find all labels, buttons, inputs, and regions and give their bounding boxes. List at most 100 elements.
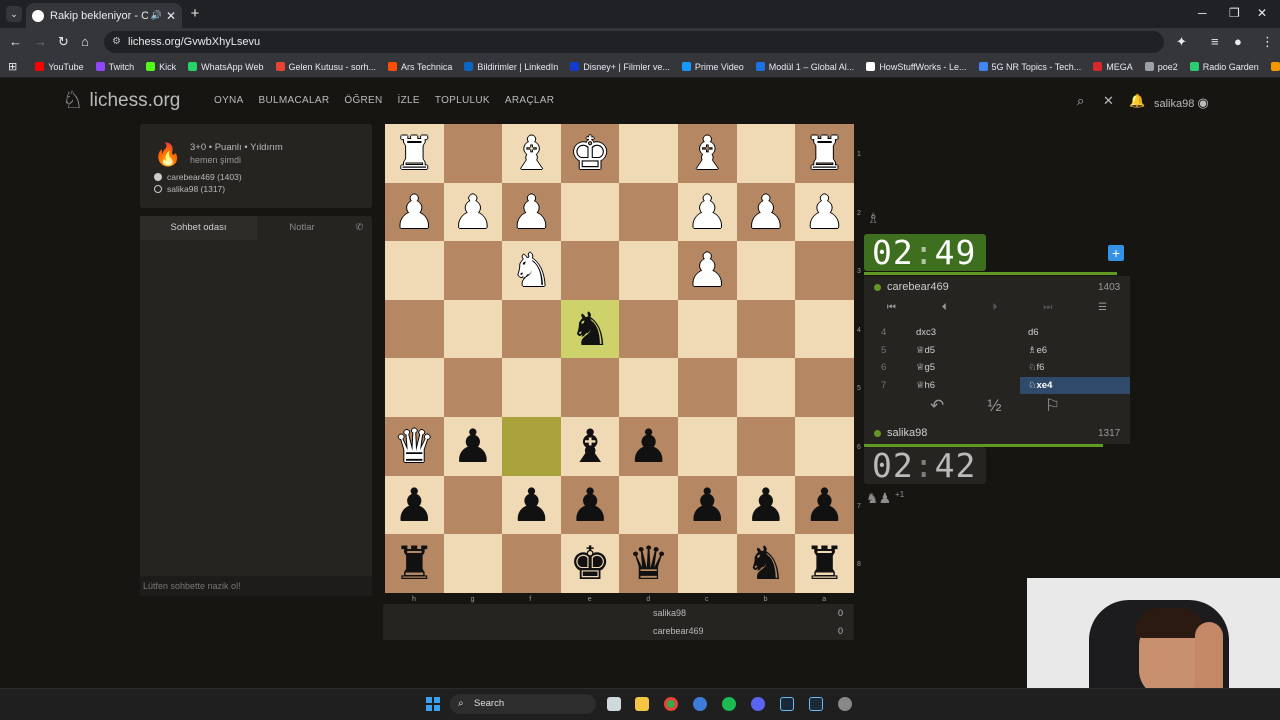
nav-item[interactable]: ARAÇLAR: [505, 95, 554, 106]
board-square[interactable]: ♜: [795, 534, 854, 593]
black-rook-icon[interactable]: ♜: [394, 540, 435, 586]
board-square[interactable]: ♚: [560, 534, 620, 593]
chrome-icon[interactable]: [664, 697, 678, 711]
black-rook-icon[interactable]: ♜: [804, 540, 845, 586]
task-view-icon[interactable]: [607, 697, 621, 711]
white-pawn-icon[interactable]: ♟: [452, 189, 493, 235]
black-king-icon[interactable]: ♚: [569, 540, 610, 586]
steam-icon[interactable]: [780, 697, 794, 711]
black-pawn-icon[interactable]: ♟: [804, 482, 845, 528]
maximize-icon[interactable]: ❐: [1229, 6, 1240, 20]
white-pawn-icon[interactable]: ♟: [511, 189, 552, 235]
board-square[interactable]: [443, 475, 503, 535]
bookmark-item[interactable]: MEGA: [1093, 62, 1133, 72]
bookmark-item[interactable]: Gelen Kutusu - sorh...: [275, 62, 376, 72]
board-square[interactable]: [385, 358, 444, 417]
player-white-entry[interactable]: carebear469 (1403): [154, 172, 242, 182]
board-square[interactable]: [795, 241, 854, 300]
board-square[interactable]: ♟: [677, 475, 737, 535]
board-square[interactable]: ♟: [677, 241, 737, 300]
browser-tab[interactable]: Rakip bekleniyor - Oyna ca 🔊 ✕: [26, 3, 182, 28]
site-info-icon[interactable]: ⚙: [112, 31, 121, 53]
board-square[interactable]: ♞: [736, 534, 796, 593]
black-pawn-icon[interactable]: ♟: [394, 482, 435, 528]
address-bar[interactable]: ⚙ lichess.org/GvwbXhyLsevu: [104, 31, 1164, 53]
tab-chat-room[interactable]: Sohbet odası: [140, 216, 257, 240]
discord-icon[interactable]: [751, 697, 765, 711]
white-move[interactable]: ♕d5: [910, 342, 1020, 360]
black-knight-icon[interactable]: ♞: [569, 306, 610, 352]
board-square[interactable]: [443, 241, 503, 300]
nav-item[interactable]: BULMACALAR: [259, 95, 330, 106]
nav-item[interactable]: ÖĞREN: [344, 95, 382, 106]
close-tab-icon[interactable]: ✕: [166, 9, 176, 23]
white-pawn-icon[interactable]: ♟: [687, 189, 728, 235]
board-square[interactable]: ♜: [795, 124, 854, 183]
reading-list-icon[interactable]: ≡: [1211, 34, 1219, 49]
white-move[interactable]: ♕h6: [910, 377, 1020, 395]
chat-input[interactable]: Lütfen sohbette nazik ol!: [140, 576, 372, 596]
board-square[interactable]: [677, 358, 737, 417]
board-square[interactable]: [795, 416, 854, 476]
bookmark-item[interactable]: 5G NR Topics - Tech...: [978, 62, 1081, 72]
board-square[interactable]: [443, 299, 503, 359]
taskbar-search[interactable]: ⌕ Search: [450, 694, 596, 714]
player-top[interactable]: carebear469: [874, 281, 949, 293]
board-square[interactable]: ♛: [385, 416, 444, 476]
add-time-button[interactable]: +: [1108, 245, 1124, 261]
board-square[interactable]: [736, 416, 796, 476]
takeback-icon[interactable]: ↶: [930, 396, 944, 416]
white-king-icon[interactable]: ♚: [569, 130, 610, 176]
black-move[interactable]: ♘xe4: [1020, 376, 1130, 394]
bookmark-item[interactable]: Bildirimler | LinkedIn: [464, 62, 558, 72]
board-square[interactable]: [619, 475, 678, 535]
board-square[interactable]: ♛: [619, 534, 678, 593]
file-explorer-icon[interactable]: [635, 697, 649, 711]
board-square[interactable]: ♞: [560, 299, 620, 359]
prev-move-icon[interactable]: ⏴: [942, 302, 947, 322]
board-square[interactable]: [443, 534, 503, 593]
profile-avatar-icon[interactable]: ●: [1234, 34, 1242, 49]
bookmark-item[interactable]: Takvim: [1270, 62, 1280, 72]
black-pawn-icon[interactable]: ♟: [511, 482, 552, 528]
board-square[interactable]: [502, 416, 561, 476]
board-square[interactable]: [677, 299, 737, 359]
bookmark-item[interactable]: HowStuffWorks - Le...: [866, 62, 967, 72]
board-square[interactable]: [619, 358, 678, 417]
white-queen-icon[interactable]: ♛: [394, 423, 435, 469]
bookmark-item[interactable]: Twitch: [95, 62, 134, 72]
menu-icon[interactable]: ☰: [1098, 302, 1107, 322]
close-window-icon[interactable]: ✕: [1257, 6, 1267, 20]
forward-icon[interactable]: →: [34, 34, 47, 49]
board-square[interactable]: [385, 299, 444, 359]
bookmark-item[interactable]: WhatsApp Web: [188, 62, 264, 72]
player-black-entry[interactable]: salika98 (1317): [154, 184, 225, 194]
tab-notes[interactable]: Notlar: [257, 216, 347, 240]
black-pawn-icon[interactable]: ♟: [687, 482, 728, 528]
reload-icon[interactable]: ↻: [58, 34, 69, 50]
white-move[interactable]: dxc3: [910, 324, 1020, 342]
steam-alt-icon[interactable]: [809, 697, 823, 711]
board-square[interactable]: [443, 124, 503, 183]
board-square[interactable]: [736, 299, 796, 359]
spotify-icon[interactable]: [722, 697, 736, 711]
board-square[interactable]: ♟: [560, 475, 620, 535]
board-square[interactable]: ♟: [795, 475, 854, 535]
board-square[interactable]: [502, 299, 561, 359]
tab-search-dropdown-icon[interactable]: ⌄: [6, 6, 22, 22]
menu-kebab-icon[interactable]: ⋮: [1261, 34, 1274, 50]
white-move[interactable]: ♕g5: [910, 359, 1020, 377]
minimize-icon[interactable]: ─: [1198, 6, 1207, 20]
board-square[interactable]: ♟: [385, 475, 444, 535]
board-square[interactable]: [560, 358, 620, 417]
settings-gear-icon[interactable]: [838, 697, 852, 711]
bookmark-item[interactable]: Ars Technica: [388, 62, 452, 72]
black-pawn-icon[interactable]: ♟: [628, 423, 669, 469]
board-square[interactable]: [736, 358, 796, 417]
phone-icon[interactable]: ✆: [347, 216, 372, 240]
white-rook-icon[interactable]: ♜: [394, 130, 435, 176]
board-square[interactable]: ♟: [443, 416, 503, 476]
black-queen-icon[interactable]: ♛: [628, 540, 669, 586]
board-square[interactable]: [560, 241, 620, 300]
back-icon[interactable]: ←: [9, 34, 22, 49]
